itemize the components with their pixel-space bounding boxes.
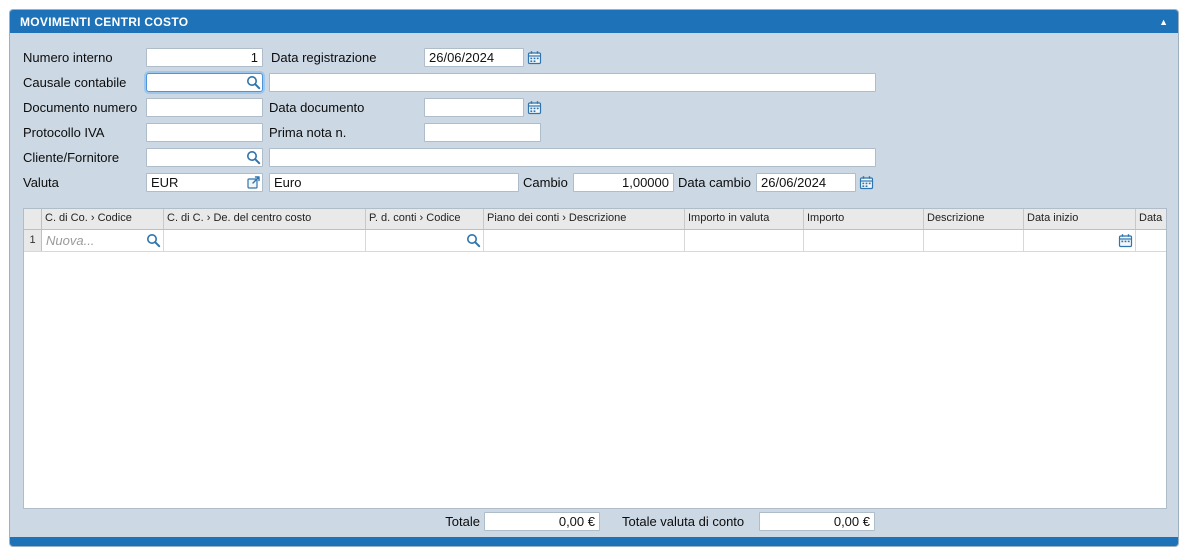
causale-contabile-descrizione-field[interactable]: [269, 73, 876, 92]
grid-header-row: C. di Co. › Codice C. di C. › De. del ce…: [24, 209, 1166, 230]
centro-costo-descrizione-input[interactable]: [164, 230, 365, 251]
piano-conti-descrizione-input[interactable]: [484, 230, 684, 251]
search-icon[interactable]: [466, 233, 481, 248]
totale-field[interactable]: [484, 512, 600, 531]
cell-centro-costo-codice[interactable]: [42, 230, 164, 251]
cell-data-fine[interactable]: [1136, 230, 1167, 251]
row-number: 1: [24, 230, 42, 251]
cell-descrizione[interactable]: [924, 230, 1024, 251]
col-header-pdconti-codice[interactable]: P. d. conti › Codice: [366, 209, 484, 229]
cell-importo[interactable]: [804, 230, 924, 251]
col-header-importo[interactable]: Importo: [804, 209, 924, 229]
search-icon[interactable]: [246, 150, 261, 165]
data-registrazione-field[interactable]: [424, 48, 524, 67]
calendar-icon[interactable]: [527, 100, 542, 115]
cliente-fornitore-label: Cliente/Fornitore: [23, 148, 119, 167]
totale-valuta-di-conto-field[interactable]: [759, 512, 875, 531]
calendar-icon[interactable]: [1118, 233, 1133, 248]
col-header-descrizione[interactable]: Descrizione: [924, 209, 1024, 229]
causale-contabile-label: Causale contabile: [23, 73, 126, 92]
search-icon[interactable]: [246, 75, 261, 90]
documento-numero-label: Documento numero: [23, 98, 137, 117]
cell-centro-costo-descrizione[interactable]: [164, 230, 366, 251]
numero-interno-field[interactable]: [146, 48, 263, 67]
table-row: 1: [24, 230, 1166, 252]
cell-importo-in-valuta[interactable]: [685, 230, 804, 251]
cambio-label: Cambio: [523, 173, 568, 192]
cell-piano-conti-codice[interactable]: [366, 230, 484, 251]
page-title: MOVIMENTI CENTRI COSTO: [20, 15, 188, 29]
totale-label: Totale: [440, 512, 480, 531]
documento-numero-field[interactable]: [146, 98, 263, 117]
importo-in-valuta-input[interactable]: [685, 230, 803, 251]
col-header-cdc-descrizione[interactable]: C. di C. › De. del centro costo: [164, 209, 366, 229]
col-header-data[interactable]: Data: [1136, 209, 1167, 229]
valuta-descrizione-field[interactable]: [269, 173, 519, 192]
window-titlebar[interactable]: MOVIMENTI CENTRI COSTO ▲: [10, 10, 1178, 33]
centro-costo-codice-input[interactable]: [42, 230, 163, 251]
search-icon[interactable]: [146, 233, 161, 248]
prima-nota-label: Prima nota n.: [269, 123, 346, 142]
valuta-label: Valuta: [23, 173, 59, 192]
data-documento-field[interactable]: [424, 98, 524, 117]
data-cambio-field[interactable]: [756, 173, 856, 192]
calendar-icon[interactable]: [527, 50, 542, 65]
importo-input[interactable]: [804, 230, 923, 251]
movimenti-grid: C. di Co. › Codice C. di C. › De. del ce…: [23, 208, 1167, 509]
collapse-panel-icon[interactable]: ▲: [1159, 17, 1168, 27]
movimenti-centri-costo-window: MOVIMENTI CENTRI COSTO ▲ Numero interno …: [9, 9, 1179, 547]
protocollo-iva-label: Protocollo IVA: [23, 123, 104, 142]
currency-lookup-icon[interactable]: [246, 175, 261, 190]
data-registrazione-label: Data registrazione: [271, 48, 377, 67]
data-cambio-label: Data cambio: [678, 173, 751, 192]
cliente-fornitore-descrizione-field[interactable]: [269, 148, 876, 167]
protocollo-iva-field[interactable]: [146, 123, 263, 142]
cambio-field[interactable]: [573, 173, 674, 192]
col-header-cdco-codice[interactable]: C. di Co. › Codice: [42, 209, 164, 229]
col-header-pianodeiconti-descrizione[interactable]: Piano dei conti › Descrizione: [484, 209, 685, 229]
col-header-importo-in-valuta[interactable]: Importo in valuta: [685, 209, 804, 229]
cell-data-inizio[interactable]: [1024, 230, 1136, 251]
calendar-icon[interactable]: [859, 175, 874, 190]
prima-nota-field[interactable]: [424, 123, 541, 142]
grid-corner-cell: [24, 209, 42, 229]
data-documento-label: Data documento: [269, 98, 364, 117]
cell-piano-conti-descrizione[interactable]: [484, 230, 685, 251]
totale-valuta-di-conto-label: Totale valuta di conto: [622, 512, 744, 531]
numero-interno-label: Numero interno: [23, 48, 113, 67]
window-bottom-bar: [10, 537, 1178, 546]
descrizione-input[interactable]: [924, 230, 1023, 251]
col-header-data-inizio[interactable]: Data inizio: [1024, 209, 1136, 229]
data-fine-input[interactable]: [1136, 230, 1167, 251]
